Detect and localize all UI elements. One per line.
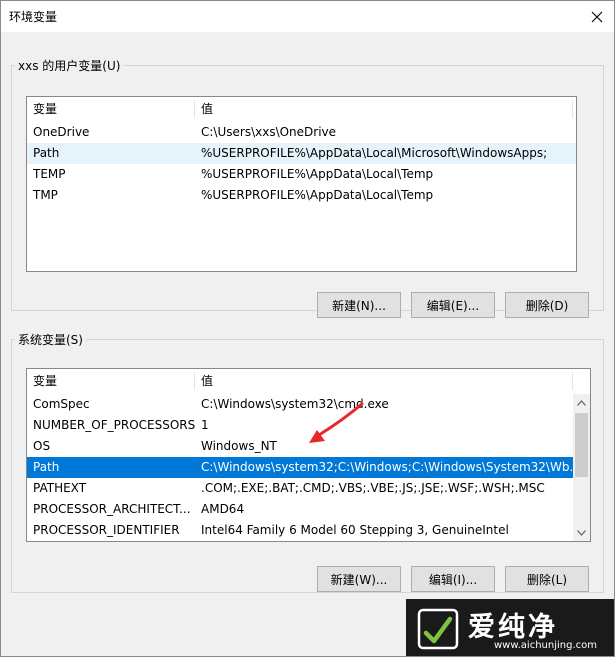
- system-list-scrollbar[interactable]: [573, 394, 590, 541]
- aichunjing-logo-icon: [417, 608, 459, 650]
- chevron-up-icon: [577, 399, 586, 406]
- close-button[interactable]: [580, 1, 614, 32]
- list-item[interactable]: PROCESSOR_IDENTIFIER Intel64 Family 6 Mo…: [27, 520, 573, 541]
- list-item[interactable]: ComSpec C:\Windows\system32\cmd.exe: [27, 394, 573, 415]
- user-delete-button[interactable]: 删除(D): [505, 292, 589, 318]
- variable-name: PROCESSOR_IDENTIFIER: [33, 523, 180, 537]
- variable-name: OS: [33, 439, 51, 453]
- list-item[interactable]: NUMBER_OF_PROCESSORS 1: [27, 415, 573, 436]
- user-list-body: OneDrive C:\Users\xxs\OneDrive Path %USE…: [27, 122, 576, 206]
- system-list-body: ComSpec C:\Windows\system32\cmd.exe NUMB…: [27, 394, 573, 541]
- variable-value: AMD64: [201, 502, 245, 516]
- column-header-variable[interactable]: 变量: [27, 97, 195, 121]
- list-item[interactable]: OneDrive C:\Users\xxs\OneDrive: [27, 122, 576, 143]
- list-item[interactable]: PATHEXT .COM;.EXE;.BAT;.CMD;.VBS;.VBE;.J…: [27, 478, 573, 499]
- watermark-name: 爱纯净: [468, 612, 558, 643]
- scroll-up-button[interactable]: [573, 394, 590, 411]
- user-variables-group: xxs 的用户变量(U) 变量 值 OneDrive C:\Users\xxs\…: [11, 57, 604, 318]
- variable-value: %USERPROFILE%\AppData\Local\Temp: [201, 188, 434, 202]
- variable-name: Path: [33, 460, 60, 474]
- user-variables-legend: xxs 的用户变量(U): [18, 59, 121, 73]
- variable-value: C:\Windows\system32\cmd.exe: [201, 397, 389, 411]
- close-icon: [591, 11, 603, 22]
- watermark-url: www.aichunjing.com: [494, 640, 597, 651]
- list-item[interactable]: TEMP %USERPROFILE%\AppData\Local\Temp: [27, 164, 576, 185]
- variable-name: Path: [33, 146, 60, 160]
- list-item[interactable]: TMP %USERPROFILE%\AppData\Local\Temp: [27, 185, 576, 206]
- system-list-header: 变量 值: [27, 369, 590, 393]
- list-item[interactable]: Path %USERPROFILE%\AppData\Local\Microso…: [27, 143, 576, 164]
- user-variables-list[interactable]: 变量 值 OneDrive C:\Users\xxs\OneDrive Path…: [26, 96, 577, 272]
- list-item[interactable]: PROCESSOR_ARCHITECT... AMD64: [27, 499, 573, 520]
- user-new-button[interactable]: 新建(N)...: [317, 292, 401, 318]
- red-arrow-icon: [309, 401, 364, 443]
- chevron-down-icon: [577, 529, 586, 536]
- variable-value: %USERPROFILE%\AppData\Local\Temp: [201, 167, 434, 181]
- variable-value: Windows_NT: [201, 439, 277, 453]
- variable-name: PATHEXT: [33, 481, 87, 495]
- system-edit-button[interactable]: 编辑(I)...: [411, 566, 495, 592]
- variable-value: .COM;.EXE;.BAT;.CMD;.VBS;.VBE;.JS;.JSE;.…: [201, 481, 545, 495]
- environment-variables-dialog: 环境变量 xxs 的用户变量(U) 变量 值 OneDrive C:\Users…: [0, 0, 615, 657]
- variable-name: ComSpec: [33, 397, 90, 411]
- variable-value: 1: [201, 418, 209, 432]
- variable-value: %USERPROFILE%\AppData\Local\Microsoft\Wi…: [201, 146, 548, 160]
- scroll-thumb[interactable]: [575, 413, 588, 477]
- list-item[interactable]: OS Windows_NT: [27, 436, 573, 457]
- scroll-down-button[interactable]: [573, 524, 590, 541]
- system-variables-group: 系统变量(S) 变量 值 ComSpec C:\Windows\system32…: [11, 331, 604, 593]
- variable-value: C:\Windows\system32;C:\Windows;C:\Window…: [201, 460, 573, 474]
- column-header-value[interactable]: 值: [195, 369, 573, 393]
- watermark: 爱纯净 www.aichunjing.com: [406, 599, 614, 656]
- list-item-selected[interactable]: Path C:\Windows\system32;C:\Windows;C:\W…: [27, 457, 573, 478]
- user-edit-button[interactable]: 编辑(E)...: [411, 292, 495, 318]
- user-list-header: 变量 值: [27, 97, 576, 121]
- title-bar: 环境变量: [1, 1, 614, 32]
- variable-name: NUMBER_OF_PROCESSORS: [33, 418, 195, 432]
- variable-name: TEMP: [33, 167, 66, 181]
- system-new-button[interactable]: 新建(W)...: [317, 566, 401, 592]
- window-title: 环境变量: [9, 10, 58, 24]
- system-variables-legend: 系统变量(S): [18, 333, 83, 347]
- variable-value: Intel64 Family 6 Model 60 Stepping 3, Ge…: [201, 523, 509, 537]
- column-header-variable[interactable]: 变量: [27, 369, 195, 393]
- system-delete-button[interactable]: 删除(L): [505, 566, 589, 592]
- system-variables-list[interactable]: 变量 值 ComSpec C:\Windows\system32\cmd.exe…: [26, 368, 591, 542]
- variable-name: TMP: [33, 188, 58, 202]
- column-header-value[interactable]: 值: [195, 97, 573, 121]
- variable-name: OneDrive: [33, 125, 90, 139]
- variable-name: PROCESSOR_ARCHITECT...: [33, 502, 191, 516]
- variable-value: C:\Users\xxs\OneDrive: [201, 125, 337, 139]
